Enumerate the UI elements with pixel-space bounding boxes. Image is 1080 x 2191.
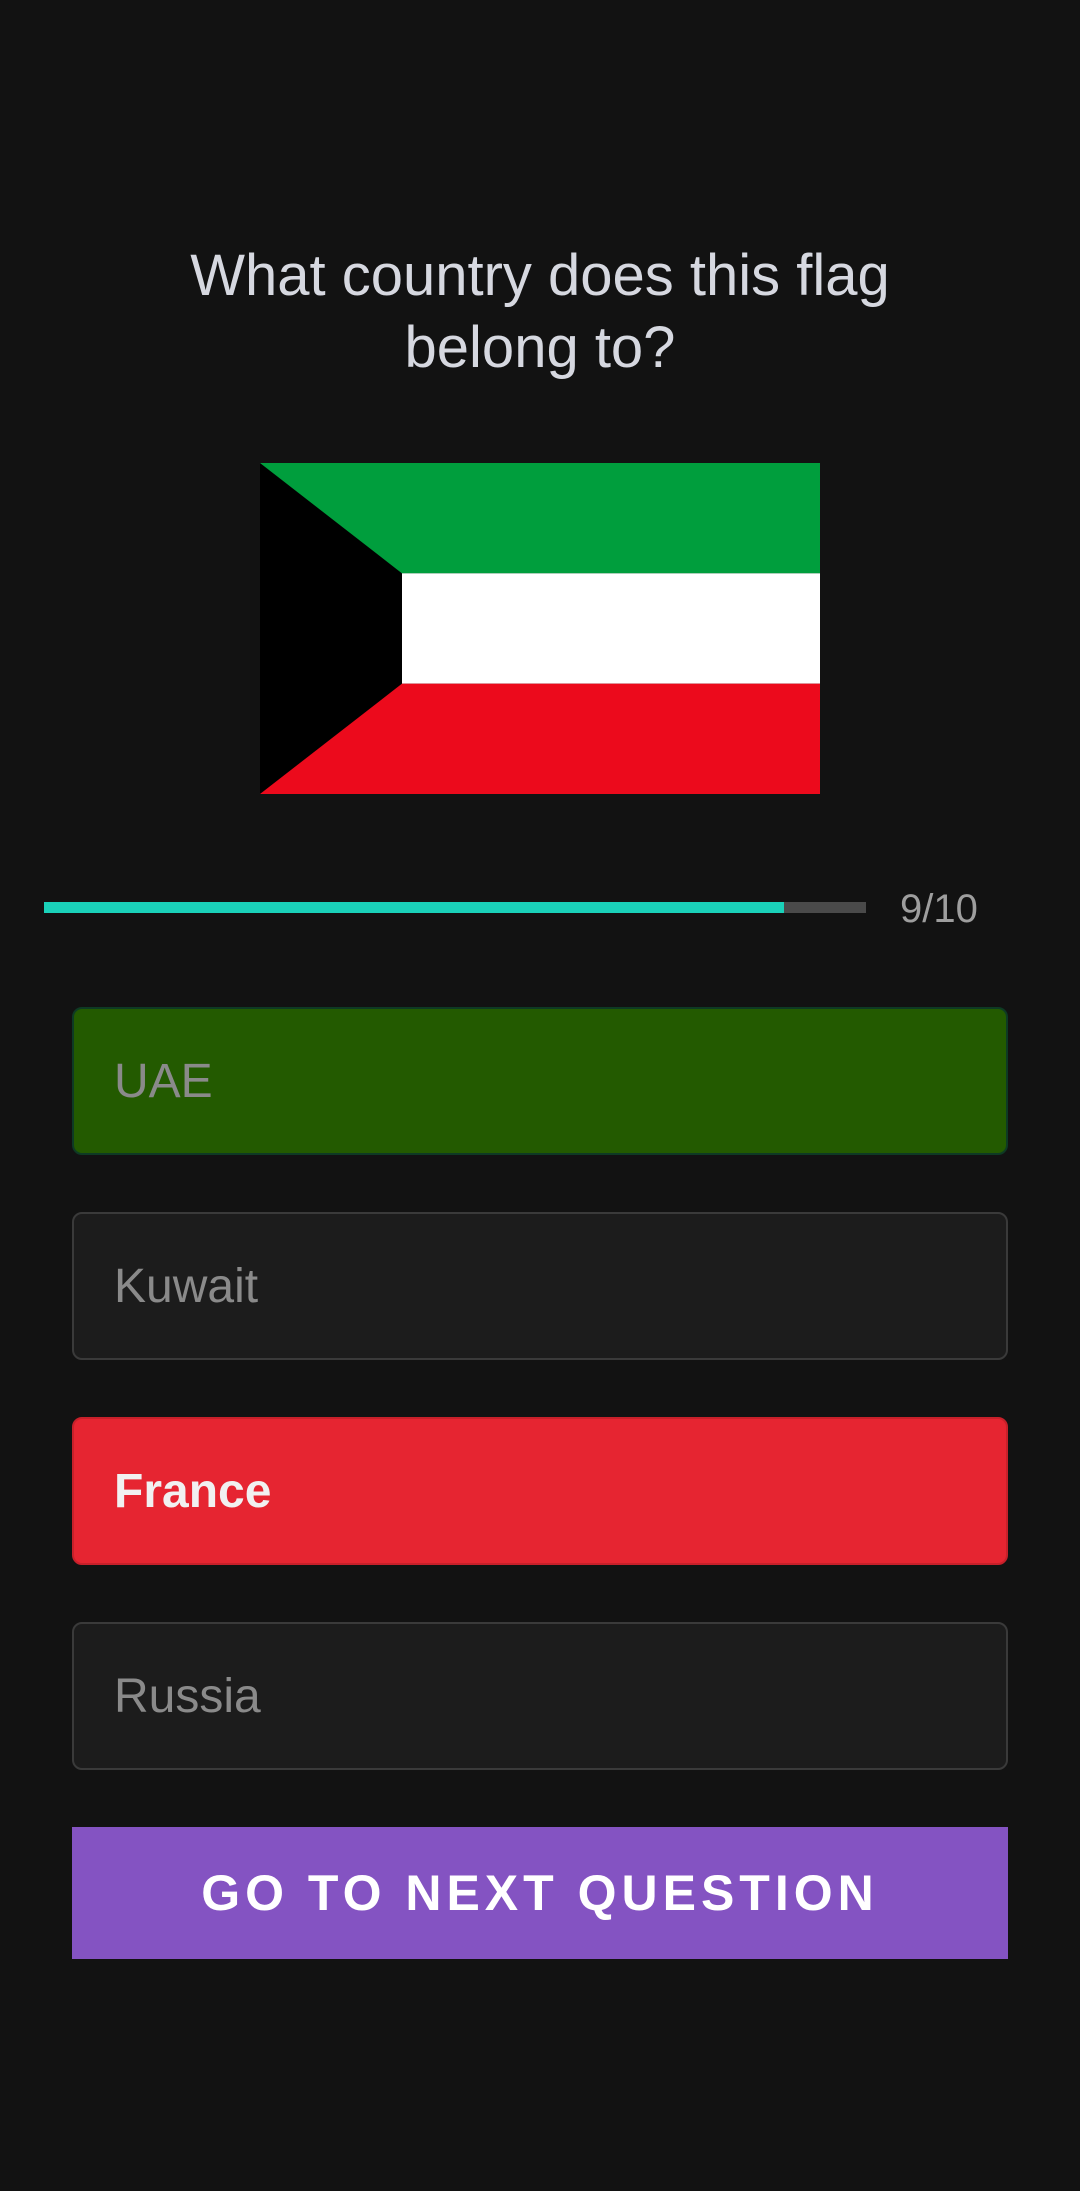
progress-counter: 9/10 [900,887,978,931]
flag-image [260,463,820,794]
answer-option-russia[interactable]: Russia [72,1622,1008,1770]
next-question-button[interactable]: GO TO NEXT QUESTION [72,1827,1008,1959]
answer-option-france[interactable]: France [72,1417,1008,1565]
answer-option-label: Russia [114,1669,261,1723]
answer-option-label: UAE [114,1054,213,1108]
answer-option-uae[interactable]: UAE [72,1007,1008,1155]
answer-option-label: France [114,1464,272,1518]
progress-bar-fill [44,902,784,913]
kuwait-flag-icon [260,463,820,794]
progress-bar [44,902,866,913]
answer-option-label: Kuwait [114,1259,259,1313]
answer-option-kuwait[interactable]: Kuwait [72,1212,1008,1360]
question-text: What country does this flag belong to? [190,243,890,380]
